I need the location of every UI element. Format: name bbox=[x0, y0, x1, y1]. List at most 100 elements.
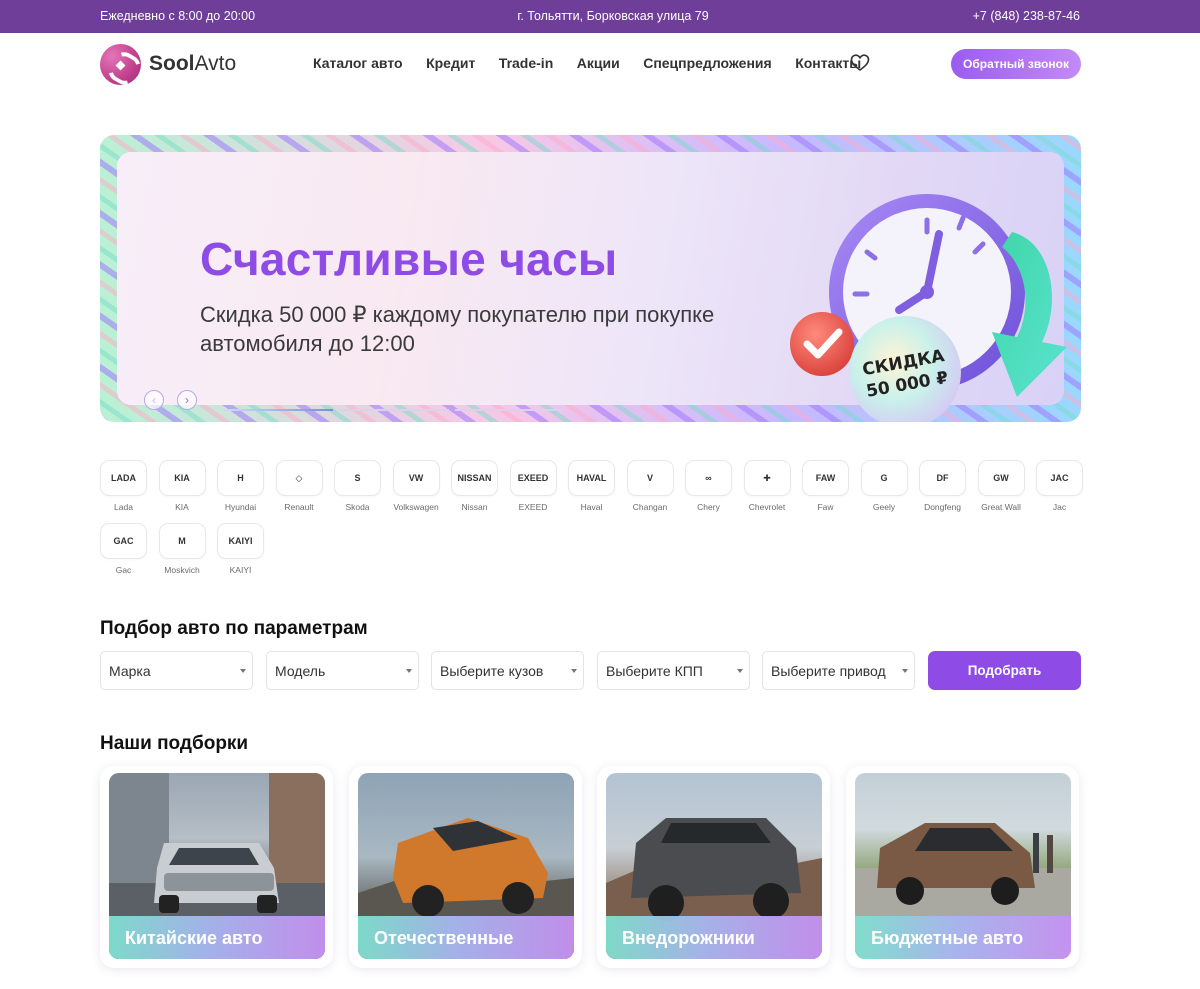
brand-label: Renault bbox=[284, 502, 314, 512]
brand-label: Lada bbox=[114, 502, 133, 512]
brand-item-great-wall[interactable]: GW Great Wall bbox=[977, 460, 1025, 512]
nav-catalog[interactable]: Каталог авто bbox=[313, 55, 403, 71]
brand-logo-icon: ✚ bbox=[763, 472, 771, 483]
collection-caption: Отечественные bbox=[374, 928, 514, 948]
brand-label: Great Wall bbox=[981, 502, 1021, 512]
select-transmission[interactable]: Выберите КПП bbox=[597, 651, 750, 690]
nav-special-offers[interactable]: Спецпредложения bbox=[643, 55, 771, 71]
brand-logo-icon: LADA bbox=[111, 473, 136, 483]
brand-logo: ◇ bbox=[275, 460, 323, 496]
collection-caption: Бюджетные авто bbox=[871, 928, 1024, 948]
collection-caption: Китайские авто bbox=[125, 928, 263, 948]
collection-card-domestic[interactable]: Отечественные bbox=[349, 766, 582, 968]
brand-label: Moskvich bbox=[164, 565, 200, 575]
brand-logo: VW bbox=[392, 460, 440, 496]
brand-logo-icon: JAC bbox=[1050, 473, 1069, 483]
banner-card: Счастливые часы Скидка 50 000 ₽ каждому … bbox=[117, 152, 1067, 422]
brand-label: KIA bbox=[175, 502, 189, 512]
brand-item-dongfeng[interactable]: DF Dongfeng bbox=[919, 460, 966, 512]
logo-text: SoolAvto bbox=[149, 52, 237, 75]
banner-subtitle: Скидка 50 000 ₽ каждому покупателю при п… bbox=[200, 302, 715, 356]
select-drive[interactable]: Выберите привод bbox=[762, 651, 915, 690]
brand-logo-icon: FAW bbox=[815, 473, 836, 483]
brand-logo: FAW bbox=[802, 460, 849, 496]
brand-logo: G bbox=[860, 460, 908, 496]
brand-item-chery[interactable]: ∞ Chery bbox=[685, 460, 732, 512]
nav-promotions[interactable]: Акции bbox=[577, 55, 620, 71]
collection-card-offroad[interactable]: Внедорожники bbox=[597, 766, 830, 968]
nav-credit[interactable]: Кредит bbox=[426, 55, 475, 71]
brand-item-faw[interactable]: FAW Faw bbox=[802, 460, 849, 512]
collection-card-chinese[interactable]: Китайские авто bbox=[100, 766, 333, 968]
chevron-down-icon bbox=[406, 669, 412, 673]
collection-photo: Бюджетные авто bbox=[855, 773, 1071, 959]
brand-logo: ∞ bbox=[685, 460, 732, 496]
brand-logo: GW bbox=[977, 460, 1025, 496]
brand-logo-icon: M bbox=[178, 536, 186, 546]
brand-item-jac[interactable]: JAC Jac bbox=[1036, 460, 1083, 512]
collection-photo: Китайские авто bbox=[109, 773, 325, 959]
banner-dot-3[interactable] bbox=[455, 409, 565, 411]
brand-logo-icon: VW bbox=[408, 473, 424, 483]
brand-logo-icon: G bbox=[880, 473, 888, 483]
brand-label: Chery bbox=[697, 502, 720, 512]
brand-item-moskvich[interactable]: M Moskvich bbox=[158, 523, 206, 575]
brand-label: Volkswagen bbox=[393, 502, 439, 512]
brand-item-gac[interactable]: GAC Gac bbox=[100, 523, 147, 575]
chevron-left-icon: ‹ bbox=[152, 393, 156, 407]
main-nav: Каталог авто Кредит Trade-in Акции Спецп… bbox=[313, 55, 885, 71]
brand-item-changan[interactable]: V Changan bbox=[626, 460, 674, 512]
brand-logo: V bbox=[626, 460, 674, 496]
brand-item-kaiyi[interactable]: KAIYI KAIYI bbox=[217, 523, 264, 575]
brand-label: KAIYI bbox=[229, 565, 252, 575]
brand-item-volkswagen[interactable]: VW Volkswagen bbox=[392, 460, 440, 512]
callback-button[interactable]: Обратный звонок bbox=[951, 49, 1081, 79]
chevron-right-icon: › bbox=[185, 393, 189, 407]
brand-logo: JAC bbox=[1036, 460, 1083, 496]
banner-dot-2[interactable] bbox=[339, 409, 449, 411]
brand-logo-icon: HAVAL bbox=[576, 473, 607, 483]
brand-item-lada[interactable]: LADA Lada bbox=[100, 460, 147, 512]
brand-logo: LADA bbox=[100, 460, 147, 496]
brand-item-exeed[interactable]: EXEED EXEED bbox=[509, 460, 557, 512]
banner-prev-button[interactable]: ‹ bbox=[144, 390, 164, 410]
brand-item-kia[interactable]: KIA KIA bbox=[158, 460, 206, 512]
collection-photo: Внедорожники bbox=[606, 773, 822, 959]
chevron-down-icon bbox=[902, 669, 908, 673]
collection-card-budget[interactable]: Бюджетные авто bbox=[846, 766, 1079, 968]
banner-pagination bbox=[223, 409, 565, 411]
banner-next-button[interactable]: › bbox=[177, 390, 197, 410]
banner-dot-1[interactable] bbox=[223, 409, 333, 411]
select-model[interactable]: Модель bbox=[266, 651, 419, 690]
select-make[interactable]: Марка bbox=[100, 651, 253, 690]
brand-item-geely[interactable]: G Geely bbox=[860, 460, 908, 512]
chevron-down-icon bbox=[737, 669, 743, 673]
brand-logo-icon: ∞ bbox=[705, 473, 712, 483]
nav-trade-in[interactable]: Trade-in bbox=[499, 55, 553, 71]
site-header: SoolAvto Каталог авто Кредит Trade-in Ак… bbox=[0, 33, 1200, 95]
brand-label: Nissan bbox=[461, 502, 488, 512]
brand-item-skoda[interactable]: S Skoda bbox=[334, 460, 381, 512]
brand-label: Faw bbox=[817, 502, 834, 512]
brand-item-hyundai[interactable]: H Hyundai bbox=[217, 460, 264, 512]
logo[interactable]: SoolAvto bbox=[100, 43, 240, 85]
banner-title: Счастливые часы bbox=[200, 233, 618, 285]
brand-label: Gac bbox=[115, 565, 132, 575]
collection-caption: Внедорожники bbox=[622, 928, 755, 948]
brand-item-nissan[interactable]: NISSAN Nissan bbox=[451, 460, 498, 512]
brand-logo-icon: S bbox=[354, 473, 361, 483]
brand-item-haval[interactable]: HAVAL Haval bbox=[568, 460, 615, 512]
phone-link[interactable]: +7 (848) 238-87-46 bbox=[973, 9, 1080, 23]
brand-item-renault[interactable]: ◇ Renault bbox=[275, 460, 323, 512]
brand-logo-icon: EXEED bbox=[517, 473, 549, 483]
heart-icon[interactable] bbox=[850, 53, 870, 73]
filter-title: Подбор авто по параметрам bbox=[100, 618, 368, 639]
pick-button[interactable]: Подобрать bbox=[928, 651, 1081, 690]
select-body[interactable]: Выберите кузов bbox=[431, 651, 584, 690]
brand-logo-icon: H bbox=[237, 473, 244, 483]
brand-label: Jac bbox=[1052, 502, 1067, 512]
brand-logo: GAC bbox=[100, 523, 147, 559]
promo-banner[interactable]: Счастливые часы Скидка 50 000 ₽ каждому … bbox=[100, 135, 1081, 422]
brand-item-chevrolet[interactable]: ✚ Chevrolet bbox=[743, 460, 791, 512]
brand-label: EXEED bbox=[518, 502, 548, 512]
